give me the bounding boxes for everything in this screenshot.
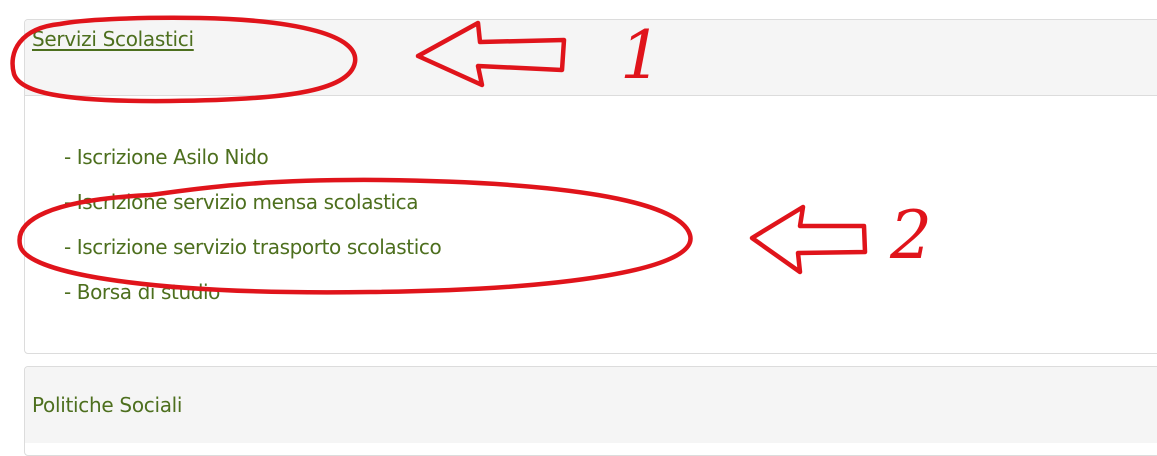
servizi-scolastici-link[interactable]: Servizi Scolastici [32, 27, 194, 51]
politiche-sociali-panel-heading[interactable] [25, 367, 1157, 443]
servizi-scolastici-panel-heading [25, 20, 1157, 96]
politiche-sociali-title[interactable]: Politiche Sociali [32, 393, 182, 417]
politiche-sociali-panel[interactable] [24, 366, 1157, 456]
list-item-borsa-di-studio[interactable]: - Borsa di studio [64, 270, 441, 315]
servizi-scolastici-list: - Iscrizione Asilo Nido - Iscrizione ser… [64, 135, 442, 315]
list-item-trasporto-scolastico[interactable]: - Iscrizione servizio trasporto scolasti… [64, 225, 442, 270]
list-item-mensa-scolastica[interactable]: - Iscrizione servizio mensa scolastica [64, 180, 441, 225]
list-item-asilo-nido[interactable]: - Iscrizione Asilo Nido [64, 135, 441, 180]
